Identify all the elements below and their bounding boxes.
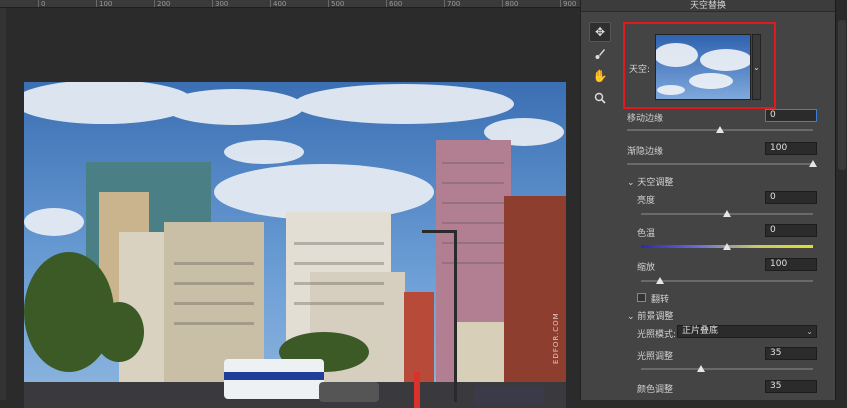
fade-edge-slider-track[interactable] — [627, 163, 813, 165]
scale-input[interactable]: 100 — [765, 258, 817, 271]
ruler-tick-label: 500 — [328, 0, 344, 7]
sky-dropdown-chevron-icon[interactable]: ⌄ — [752, 34, 761, 100]
temperature-input[interactable]: 0 — [765, 224, 817, 237]
brightness-label: 亮度 — [637, 196, 656, 206]
temperature-slider-thumb[interactable] — [723, 243, 731, 250]
fade-edge-slider-thumb[interactable] — [809, 160, 817, 167]
ruler-tick-label: 400 — [270, 0, 286, 7]
sky-adjust-section-toggle[interactable]: ⌄ 天空调整 — [627, 175, 673, 188]
lighting-mode-label: 光照模式: — [637, 330, 677, 340]
dialog-toolbar: ✥ ✋ — [589, 22, 613, 110]
ruler-tick-label: 700 — [444, 0, 460, 7]
brush-tool-icon[interactable] — [589, 44, 611, 64]
brightness-slider-thumb[interactable] — [723, 210, 731, 217]
color-adjust-input[interactable]: 35 — [765, 380, 817, 393]
dialog-title: 天空替换 — [581, 0, 835, 12]
move-edge-slider-thumb[interactable] — [716, 126, 724, 133]
brightness-input[interactable]: 0 — [765, 191, 817, 204]
scale-slider-thumb[interactable] — [655, 277, 664, 284]
sky-preset-thumbnail[interactable] — [655, 34, 751, 100]
ruler-tick-label: 0 — [38, 0, 45, 7]
sky-label: 天空: — [629, 65, 651, 75]
lighting-mode-select[interactable]: 正片叠底 ⌄ — [677, 325, 817, 338]
move-tool-icon[interactable]: ✥ — [589, 22, 611, 42]
ruler-tick-label: 200 — [154, 0, 170, 7]
scale-slider-track[interactable] — [641, 280, 813, 282]
lighting-adjust-label: 光照调整 — [637, 352, 674, 362]
sky-adjust-heading: 天空调整 — [637, 178, 674, 188]
lighting-mode-value: 正片叠底 — [682, 326, 719, 336]
fade-edge-label: 渐隐边缘 — [627, 147, 664, 157]
canvas-area[interactable]: EDFOR.COM — [6, 8, 580, 408]
temperature-label: 色温 — [637, 229, 656, 239]
move-edge-label: 移动边缘 — [627, 114, 664, 124]
sky-replacement-dialog: 天空替换 ✥ ✋ 天空: ⌄ 移动边缘 0 渐隐边缘 100 ⌄ 天空调整 亮度… — [580, 0, 835, 400]
fade-edge-input[interactable]: 100 — [765, 142, 817, 155]
lighting-adjust-slider-track[interactable] — [641, 368, 813, 370]
document-photo[interactable]: EDFOR.COM — [24, 82, 566, 408]
ruler-tick-label: 800 — [502, 0, 518, 7]
hand-tool-icon[interactable]: ✋ — [589, 66, 611, 86]
scale-label: 缩放 — [637, 263, 656, 273]
foreground-adjust-heading: 前景调整 — [637, 312, 674, 322]
ruler-tick-label: 300 — [212, 0, 228, 7]
color-adjust-label: 颜色调整 — [637, 385, 674, 395]
watermark: EDFOR.COM — [552, 312, 560, 364]
horizontal-ruler: 10001002003004005006007008009001000 — [0, 0, 580, 8]
lighting-adjust-slider-thumb[interactable] — [697, 365, 706, 372]
flip-label: 翻转 — [651, 295, 670, 305]
ruler-tick-label: 100 — [96, 0, 112, 7]
sky-selector-highlight: 天空: ⌄ — [623, 22, 776, 109]
ruler-tick-label: 900 — [560, 0, 576, 7]
city-skyline-image — [24, 82, 566, 408]
right-scrollbar[interactable] — [835, 0, 847, 400]
ruler-tick-label: 600 — [386, 0, 402, 7]
lighting-adjust-input[interactable]: 35 — [765, 347, 817, 360]
scrollbar-thumb[interactable] — [838, 20, 846, 170]
flip-checkbox[interactable] — [637, 293, 646, 302]
select-caret-icon: ⌄ — [806, 327, 813, 336]
move-edge-input[interactable]: 0 — [765, 109, 817, 122]
zoom-tool-icon[interactable] — [589, 88, 611, 108]
foreground-adjust-section-toggle[interactable]: ⌄ 前景调整 — [627, 309, 673, 322]
